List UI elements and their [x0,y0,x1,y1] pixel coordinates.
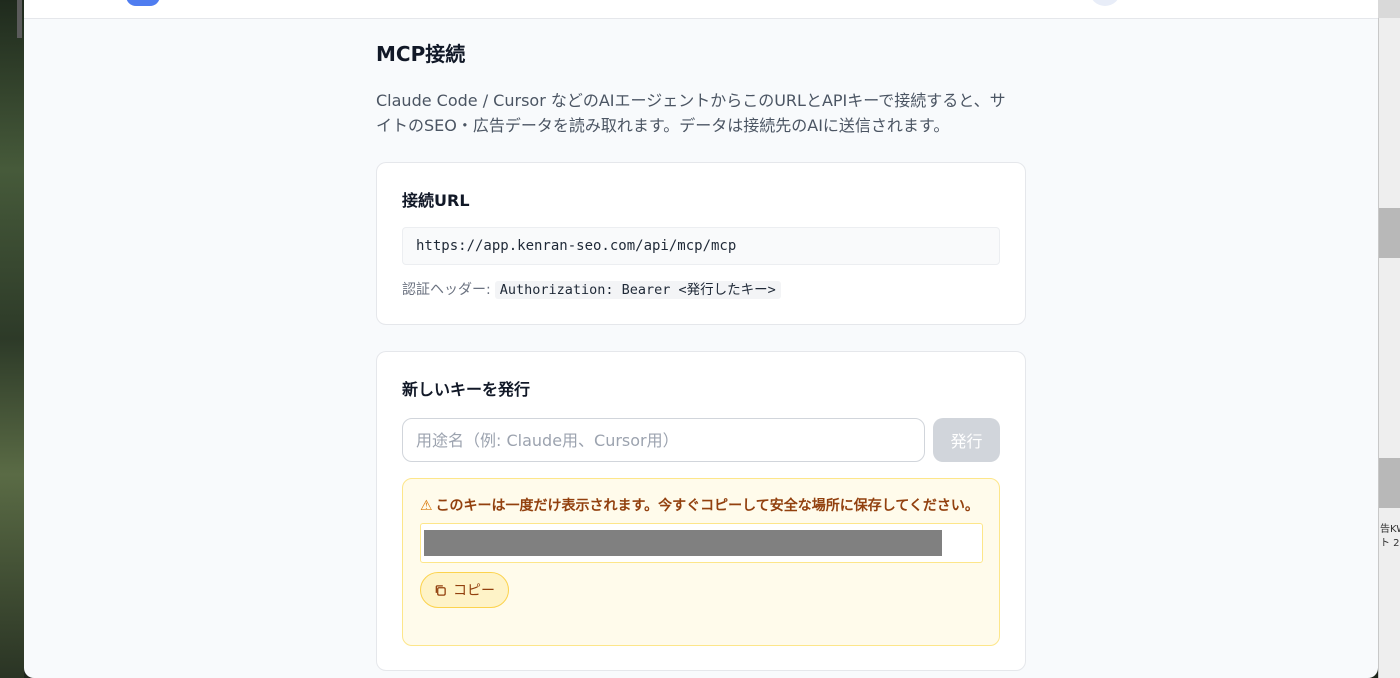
connection-url-title: 接続URL [402,191,470,210]
auth-header-line: 認証ヘッダー: Authorization: Bearer <発行したキー> [402,278,1000,302]
warning-icon: ⚠ [420,498,433,514]
new-key-card: 新しいキーを発行 発行 ⚠このキーは一度だけ表示されます。今すぐコピーして安全な… [376,351,1026,671]
redacted-key [424,530,942,556]
page-description: Claude Code / Cursor などのAIエージェントからこのURLと… [376,91,1006,135]
issue-key-button[interactable]: 発行 [933,418,1000,462]
key-warning-text: このキーは一度だけ表示されます。今すぐコピーして安全な場所に保存してください。 [435,498,979,514]
background-window-text: 告KW [1380,524,1400,535]
issue-key-row: 発行 [402,418,1000,462]
copy-button-label: コピー [453,583,495,599]
background-window-peek: 告KW ト 20 [1378,18,1400,678]
background-window-text: ト 20 [1380,538,1400,549]
copy-icon [435,584,446,596]
purpose-name-input[interactable] [402,418,926,462]
app-header [24,0,1378,19]
key-warning-message: ⚠ このキーは一度だけ表示されます。今すぐコピーして安全な場所に保存してください。 [420,495,982,517]
page-title: MCP接続 [376,42,466,66]
background-window-block [1379,458,1400,508]
main-content: MCP接続 Claude Code / Cursor などのAIエージェントから… [376,40,1026,671]
auth-header-value[interactable]: Authorization: Bearer <発行したキー> [494,281,781,299]
app-window: MCP接続 Claude Code / Cursor などのAIエージェントから… [24,0,1378,678]
background-window-block [1379,208,1400,258]
desktop-background-left [0,0,24,678]
connection-url-card: 接続URL https://app.kenran-seo.com/api/mcp… [376,162,1026,325]
generated-key-field[interactable] [420,523,983,563]
brand-logo[interactable] [126,0,160,6]
new-key-title: 新しいキーを発行 [402,380,531,399]
avatar[interactable] [1090,0,1120,6]
desktop-background-right: 告KW ト 20 [1378,0,1400,678]
auth-header-label: 認証ヘッダー: [402,282,491,298]
desktop-window-edge [17,0,22,38]
key-warning-box: ⚠ このキーは一度だけ表示されます。今すぐコピーして安全な場所に保存してください。… [402,478,1000,646]
copy-key-button[interactable]: コピー [420,572,509,608]
connection-url-value[interactable]: https://app.kenran-seo.com/api/mcp/mcp [402,227,1000,265]
